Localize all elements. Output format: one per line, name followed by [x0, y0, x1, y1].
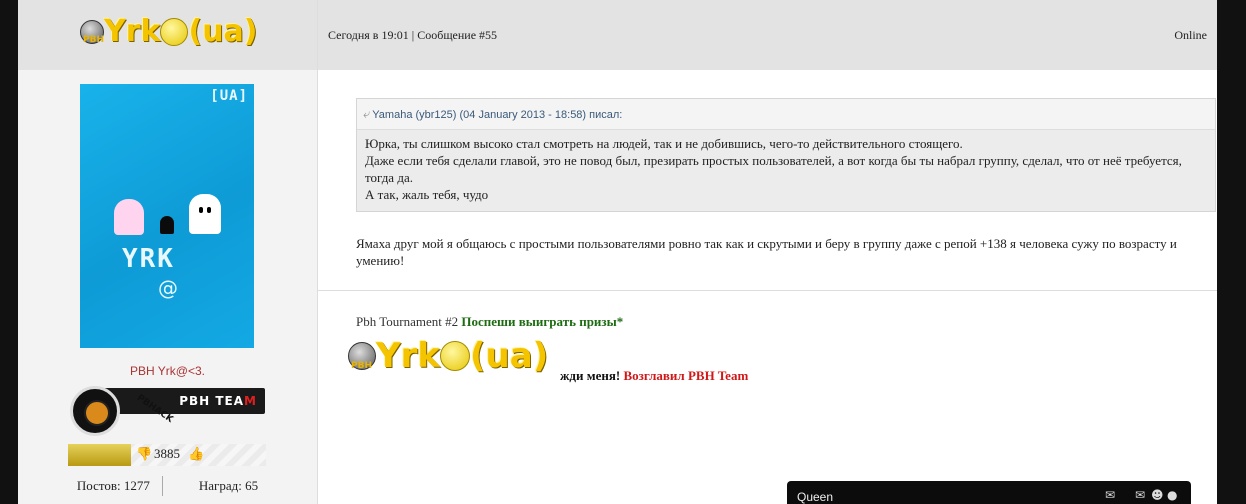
logo-face-icon: [440, 341, 470, 371]
reputation-fill: [68, 444, 132, 466]
user-icon[interactable]: ●: [1167, 488, 1177, 502]
author-stats: Постов: 1277 Наград: 65: [18, 476, 317, 496]
stats-divider: [161, 476, 187, 496]
logo-ball-icon: PBH: [348, 342, 376, 371]
chat-icon[interactable]: ✉: [1105, 488, 1115, 502]
thumbs-up-icon[interactable]: 👍: [188, 446, 204, 462]
forum-post: PBH Yrk (ua) [UA] YRK @ PBH Yrk@<3. PBH …: [18, 0, 1217, 504]
avatar-tag: [UA]: [210, 88, 248, 104]
people-icon[interactable]: ☻: [1151, 488, 1164, 502]
post-meta[interactable]: Сегодня в 19:01 | Сообщение #55: [328, 28, 497, 43]
thumbs-down-icon[interactable]: 👎: [136, 446, 152, 462]
quote-line: А так, жаль тебя, чудо: [365, 187, 489, 202]
avatar-text: YRK: [122, 244, 175, 274]
post-header: Сегодня в 19:01 | Сообщение #55 Online: [318, 0, 1217, 70]
quote-line: Юрка, ты слишком высоко стал смотреть на…: [365, 136, 963, 151]
signature-team-link[interactable]: Возглавил PBH Team: [623, 368, 748, 383]
reply-text: Ямаха друг мой я общаюсь с простыми поль…: [356, 236, 1177, 268]
awards-count: Наград: 65: [198, 478, 259, 493]
ghost-white-icon: [189, 194, 221, 234]
signature-link[interactable]: Поспеши выиграть призы*: [461, 314, 623, 329]
posts-count: Постов: 1277: [76, 478, 150, 493]
page-margin: [1217, 0, 1246, 504]
at-icon: @: [158, 276, 178, 300]
quote-icon: ⤶: [363, 106, 371, 121]
reputation-bar: 👎 3885 👍: [68, 444, 266, 466]
avatar[interactable]: [UA] YRK @: [80, 84, 254, 348]
logo-face-icon: [160, 17, 189, 46]
author-header: PBH Yrk (ua): [18, 0, 317, 70]
ghost-black-icon: [160, 216, 174, 234]
logo-ball-icon: PBH: [80, 19, 104, 45]
author-logo[interactable]: PBH Yrk (ua): [80, 14, 258, 49]
quote-body: Юрка, ты слишком высоко стал смотреть на…: [357, 130, 1215, 208]
signature-line-2: жди меня! Возглавил PBH Team: [560, 368, 749, 383]
chat-bar[interactable]: Queen ✉ ✉ ☻ ●: [787, 481, 1191, 504]
username[interactable]: PBH Yrk@<3.: [18, 364, 317, 378]
quote-block: ⤶ Yamaha (ybr125) (04 January 2013 - 18:5…: [356, 98, 1216, 212]
quote-header: ⤶ Yamaha (ybr125) (04 January 2013 - 18:5…: [357, 99, 1215, 130]
team-bar: PBH TEAM: [100, 388, 265, 414]
signature-divider: [318, 290, 1217, 291]
online-status: Online: [1174, 28, 1207, 42]
signature-logo[interactable]: PBH Yrk (ua): [348, 336, 548, 376]
team-emblem-icon: [70, 386, 120, 436]
team-badge: PBH TEAM PBHACK: [70, 386, 266, 438]
mail-icon[interactable]: ✉: [1135, 488, 1145, 502]
author-panel: PBH Yrk (ua) [UA] YRK @ PBH Yrk@<3. PBH …: [18, 0, 318, 504]
chat-name: Queen: [797, 490, 834, 504]
quote-line: Даже если тебя сделали главой, это не по…: [365, 153, 1182, 185]
reputation-value: 3885: [154, 446, 180, 461]
signature-line-1: Pbh Tournament #2 Поспеши выиграть призы…: [356, 314, 624, 329]
team-label: PBH TEAM: [179, 394, 257, 408]
ghost-pink-icon: [114, 199, 144, 235]
